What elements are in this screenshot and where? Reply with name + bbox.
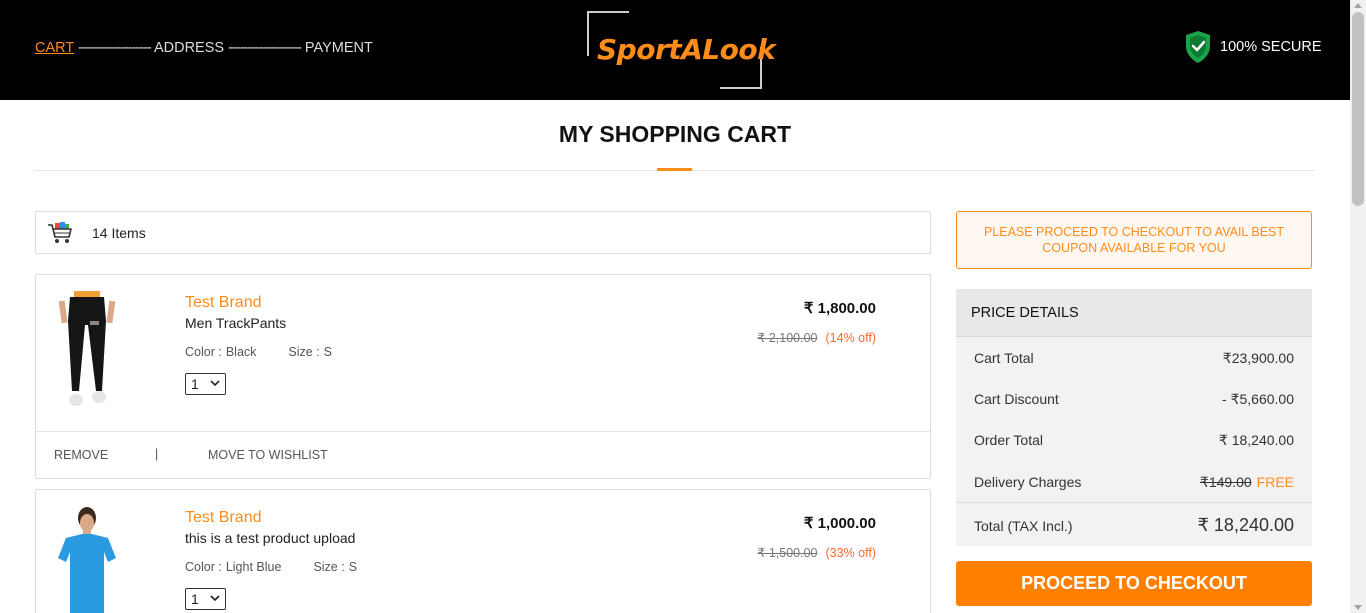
shopping-cart-icon [48, 221, 72, 243]
action-separator: | [155, 447, 159, 461]
logo-text: SportALook [597, 33, 776, 66]
product-name[interactable]: Men TrackPants [185, 315, 286, 331]
remove-button[interactable]: REMOVE [54, 448, 108, 462]
checkout-steps: CART ------------------- ADDRESS -------… [35, 40, 373, 56]
step-payment: PAYMENT [304, 40, 373, 56]
cart-discount-row: Cart Discount - ₹5,660.00 [974, 391, 1294, 408]
title-accent-bar [657, 168, 692, 171]
product-name[interactable]: this is a test product upload [185, 530, 355, 546]
price-divider [956, 502, 1312, 503]
cart-discount-value: - ₹5,660.00 [1222, 391, 1294, 407]
page-title: MY SHOPPING CART [558, 121, 792, 147]
top-header: CART ------------------- ADDRESS -------… [0, 0, 1350, 100]
size-label: Size : [288, 345, 320, 359]
cart-total-label: Cart Total [974, 350, 1034, 366]
step-separator: ------------------- [77, 40, 152, 56]
cart-total-row: Cart Total ₹23,900.00 [974, 350, 1294, 367]
delivery-charges-old: ₹149.00 [1199, 474, 1252, 490]
size-value: S [323, 345, 333, 359]
quantity-select[interactable]: 1 [185, 373, 226, 395]
chevron-down-icon [210, 595, 220, 602]
grand-total-label: Total (TAX Incl.) [974, 517, 1073, 534]
page-scrollbar[interactable] [1350, 0, 1366, 613]
grand-total-value: ₹ 18,240.00 [1197, 515, 1294, 535]
size-value: S [348, 560, 358, 574]
product-mrp-row: ₹ 1,500.00 (33% off) [757, 545, 876, 560]
product-discount: (33% off) [825, 546, 877, 560]
step-address: ADDRESS [153, 40, 225, 56]
scroll-down-arrow-icon[interactable] [1354, 605, 1362, 610]
product-image-trackpants[interactable] [52, 291, 122, 416]
scrollbar-thumb[interactable] [1352, 12, 1364, 206]
scroll-up-arrow-icon[interactable] [1354, 3, 1362, 8]
cart-total-value: ₹23,900.00 [1222, 350, 1294, 366]
product-mrp: ₹ 2,100.00 [757, 331, 818, 345]
coupon-notice: PLEASE PROCEED TO CHECKOUT TO AVAIL BEST… [956, 211, 1312, 269]
quantity-value: 1 [191, 376, 199, 392]
product-attributes: Color : Black Size :S [185, 345, 332, 359]
price-details-title: PRICE DETAILS [956, 289, 1312, 337]
delivery-charges-row: Delivery Charges ₹149.00 FREE [974, 474, 1294, 491]
product-price: ₹ 1,800.00 [803, 300, 876, 317]
product-attributes: Color : Light Blue Size :S [185, 560, 357, 574]
color-label: Color : [185, 560, 222, 574]
color-value: Light Blue [225, 560, 282, 574]
product-mrp: ₹ 1,500.00 [757, 546, 818, 560]
product-discount: (14% off) [825, 331, 877, 345]
product-brand[interactable]: Test Brand [185, 509, 261, 527]
delivery-charges-label: Delivery Charges [974, 474, 1082, 490]
product-image-tshirt[interactable] [52, 506, 122, 613]
cart-item: Test Brand this is a test product upload… [35, 489, 931, 613]
items-count: 14 Items [92, 224, 146, 241]
site-logo[interactable]: SportALook [587, 11, 776, 89]
cart-item: Test Brand Men TrackPants Color : Black Si… [35, 274, 931, 479]
quantity-value: 1 [191, 591, 199, 607]
grand-total-row: Total (TAX Incl.) ₹ 18,240.00 [974, 515, 1294, 536]
secure-badge: 100% SECURE [1184, 30, 1322, 64]
chevron-down-icon [210, 380, 220, 387]
step-cart-link[interactable]: CART [35, 40, 74, 56]
price-details-panel: PRICE DETAILS Cart Total ₹23,900.00 Cart… [956, 289, 1312, 546]
proceed-to-checkout-button[interactable]: PROCEED TO CHECKOUT [956, 561, 1312, 606]
order-total-row: Order Total ₹ 18,240.00 [974, 432, 1294, 449]
quantity-select[interactable]: 1 [185, 588, 226, 610]
cart-items-bar: 14 Items [35, 211, 931, 254]
color-value: Black [225, 345, 257, 359]
delivery-free-label: FREE [1256, 474, 1294, 490]
secure-label: 100% SECURE [1220, 39, 1322, 55]
product-price: ₹ 1,000.00 [803, 515, 876, 532]
shield-check-icon [1186, 31, 1210, 63]
item-actions: REMOVE | MOVE TO WISHLIST [36, 431, 930, 479]
product-mrp-row: ₹ 2,100.00 (14% off) [757, 330, 876, 345]
order-total-value: ₹ 18,240.00 [1218, 432, 1294, 448]
color-label: Color : [185, 345, 222, 359]
product-brand[interactable]: Test Brand [185, 294, 261, 312]
step-separator: ------------------- [228, 40, 302, 56]
size-label: Size : [313, 560, 345, 574]
move-to-wishlist-button[interactable]: MOVE TO WISHLIST [208, 448, 328, 462]
cart-discount-label: Cart Discount [974, 391, 1059, 407]
order-total-label: Order Total [974, 432, 1043, 448]
